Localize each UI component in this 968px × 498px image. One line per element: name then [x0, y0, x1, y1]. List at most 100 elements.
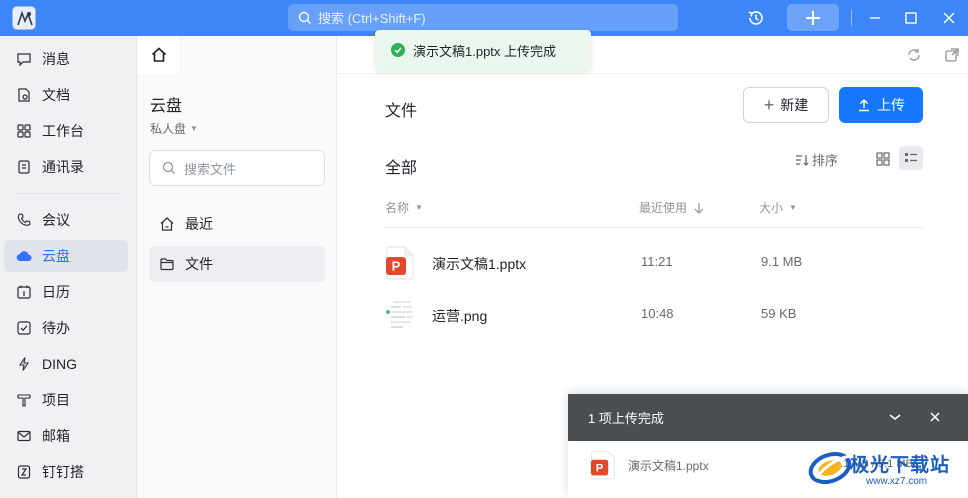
app-logo[interactable]: [12, 6, 36, 30]
column-header-size[interactable]: 大小 ▼: [759, 199, 797, 216]
upload-panel-title: 1 项上传完成: [588, 411, 664, 426]
nav-item-project[interactable]: 项目: [4, 384, 128, 416]
nav-item-messages[interactable]: 消息: [4, 43, 128, 75]
contacts-icon: [16, 159, 32, 175]
file-name: 运营.png: [432, 308, 488, 324]
global-search-input[interactable]: 搜索 (Ctrl+Shift+F): [288, 4, 678, 31]
nav-item-calendar[interactable]: 日历: [4, 276, 128, 308]
sync-icon[interactable]: [905, 46, 923, 64]
minimize-icon: [870, 17, 880, 19]
close-window-button[interactable]: [939, 8, 959, 28]
column-header-label: 名称: [385, 201, 410, 215]
caret-down-icon: ▼: [190, 124, 198, 133]
nav-item-label: 待办: [42, 320, 70, 336]
file-size: 59 KB: [761, 306, 797, 321]
list-icon: [905, 153, 917, 162]
file-row[interactable]: 运营.png 10:48 59 KB: [385, 289, 923, 339]
pptx-file-icon: P: [590, 450, 616, 480]
sidebar-item-label: 最近: [185, 216, 213, 232]
drive-selector[interactable]: 私人盘 ▼: [150, 120, 198, 137]
message-icon: [16, 51, 32, 67]
close-icon: [930, 412, 940, 422]
sidebar-item-files[interactable]: 文件: [149, 246, 325, 282]
maximize-icon: [905, 12, 917, 24]
plus-icon: +: [763, 95, 775, 115]
nav-item-workbench[interactable]: 工作台: [4, 115, 128, 147]
caret-down-icon: ▼: [415, 203, 423, 212]
nav-item-contacts[interactable]: 通讯录: [4, 151, 128, 183]
column-header-label: 最近使用: [639, 201, 688, 215]
document-icon: [16, 87, 32, 103]
nav-item-mail[interactable]: 邮箱: [4, 420, 128, 452]
create-button[interactable]: [787, 4, 839, 31]
svg-text:P: P: [392, 259, 401, 274]
nav-item-label: 通讯录: [42, 159, 84, 175]
titlebar-divider: [851, 10, 852, 26]
arrow-down-icon: [694, 202, 704, 214]
sidebar-item-recent[interactable]: 最近: [149, 206, 325, 242]
home-icon: [151, 47, 166, 62]
nav-item-todo[interactable]: 待办: [4, 312, 128, 344]
drive-title: 云盘: [150, 98, 183, 115]
file-size: 9.1 MB: [761, 254, 803, 269]
nav-item-label: 钉钉搭: [42, 464, 84, 480]
nav-item-docs[interactable]: 文档: [4, 79, 128, 111]
nav-item-label: DING: [42, 356, 77, 372]
history-icon[interactable]: [746, 8, 766, 28]
nav-item-label: 文档: [42, 87, 70, 103]
plus-icon: [806, 10, 820, 25]
upload-success-toast: 演示文稿1.pptx 上传完成: [375, 30, 591, 70]
todo-icon: [16, 320, 32, 336]
home-icon: [160, 217, 174, 231]
file-row[interactable]: P 演示文稿1.pptx 11:21 9.1 MB: [385, 237, 923, 287]
column-header-name[interactable]: 名称 ▼: [385, 199, 423, 216]
new-button[interactable]: + 新建: [743, 87, 829, 123]
new-window-icon[interactable]: [943, 46, 961, 64]
upload-button-label: 上传: [877, 97, 905, 113]
column-header-recent[interactable]: 最近使用: [639, 199, 705, 216]
column-header-label: 大小: [759, 201, 784, 215]
nav-item-cloud-drive[interactable]: 云盘: [4, 240, 128, 272]
search-icon: [298, 11, 311, 24]
nav-item-label: 邮箱: [42, 428, 70, 444]
nav-item-label: 工作台: [42, 123, 84, 139]
phone-icon: [16, 212, 32, 228]
mail-icon: [16, 428, 32, 444]
nav-item-label: 消息: [42, 51, 70, 67]
grid-view-button[interactable]: [873, 149, 893, 169]
site-watermark: 极光下载站 www.xz7.com: [806, 436, 968, 498]
list-view-button[interactable]: [899, 146, 923, 170]
new-button-label: 新建: [780, 97, 809, 113]
nav-item-ding[interactable]: DING: [4, 348, 128, 380]
calendar-icon: [16, 284, 32, 300]
grid-icon: [876, 152, 890, 166]
upload-button[interactable]: 上传: [839, 87, 923, 123]
file-recent-time: 10:48: [641, 306, 674, 321]
sort-icon: [796, 154, 809, 166]
watermark-logo-icon: [808, 451, 852, 485]
header-divider: [385, 227, 923, 228]
toast-message: 演示文稿1.pptx 上传完成: [413, 43, 557, 59]
file-search-placeholder: 搜索文件: [184, 161, 237, 177]
sort-button[interactable]: 排序: [795, 150, 838, 169]
minimize-button[interactable]: [865, 8, 885, 28]
maximize-button[interactable]: [901, 8, 921, 28]
collapse-panel-button[interactable]: [886, 408, 904, 426]
project-icon: [16, 392, 32, 408]
file-search-input[interactable]: 搜索文件: [149, 150, 325, 186]
tab-strip-divider: [337, 73, 968, 74]
nav-item-meeting[interactable]: 会议: [4, 204, 128, 236]
upload-icon: [859, 98, 869, 112]
upload-file-name: 演示文稿1.pptx: [628, 459, 709, 473]
upload-panel-header: 1 项上传完成: [568, 394, 968, 441]
pptx-file-icon: P: [385, 246, 415, 280]
nav-item-app-builder[interactable]: 钉钉搭: [4, 456, 128, 488]
image-thumbnail: [385, 298, 417, 332]
nav-item-label: 云盘: [42, 248, 70, 264]
close-panel-button[interactable]: [926, 408, 944, 426]
success-check-icon: [391, 43, 405, 57]
home-tab[interactable]: [137, 36, 181, 74]
nav-item-label: 项目: [42, 392, 70, 408]
chevron-down-icon: [889, 414, 901, 421]
page-title: 文件: [385, 103, 418, 120]
